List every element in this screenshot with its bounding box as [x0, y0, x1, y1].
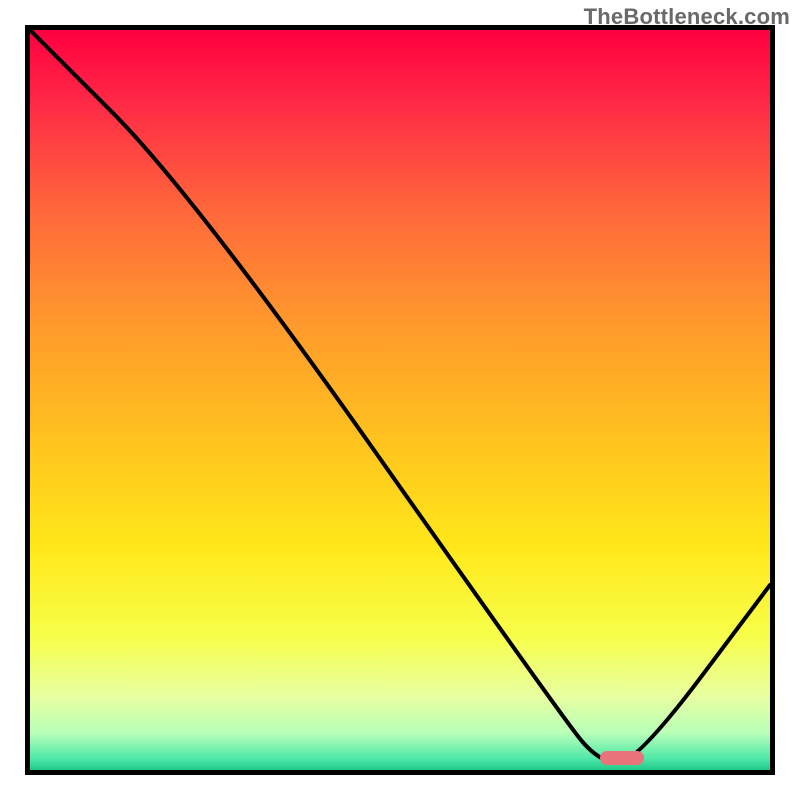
optimal-marker: [600, 751, 644, 765]
chart-area: [25, 25, 775, 775]
curve-layer: [30, 30, 770, 770]
chart-wrapper: TheBottleneck.com: [0, 0, 800, 800]
bottleneck-curve: [30, 30, 770, 763]
watermark-label: TheBottleneck.com: [584, 4, 790, 30]
